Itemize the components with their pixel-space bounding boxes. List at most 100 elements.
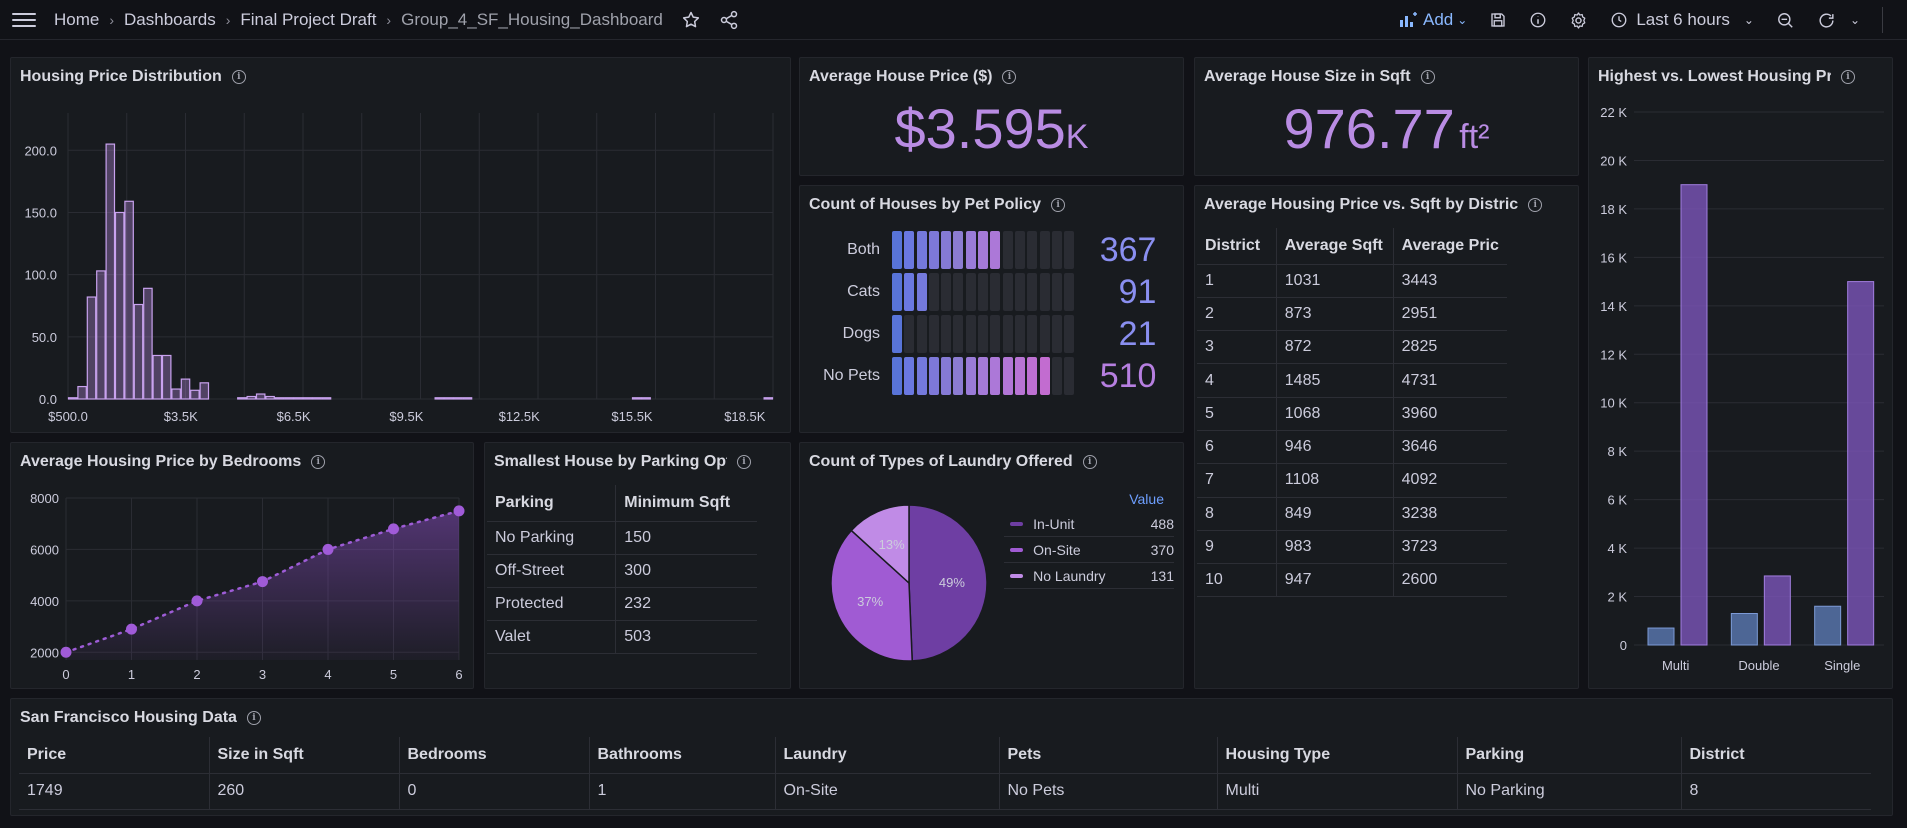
info-icon[interactable]: i bbox=[1528, 198, 1543, 212]
column-header[interactable]: Average Pric bbox=[1393, 228, 1507, 265]
info-icon[interactable] bbox=[1529, 11, 1547, 29]
gauge-row-both: Both 367 bbox=[800, 230, 1156, 270]
column-header[interactable]: Pets bbox=[999, 737, 1218, 774]
legend-value: 488 bbox=[1150, 515, 1174, 532]
table-cell: 1068 bbox=[1276, 397, 1394, 431]
panel-title-text: Average House Price ($) bbox=[809, 68, 993, 85]
table-cell: 4092 bbox=[1393, 463, 1507, 498]
info-icon[interactable]: i bbox=[246, 711, 261, 725]
panel-average-house-size: Average House Size in Sqft i 976.77 ft² bbox=[1194, 57, 1579, 176]
time-range-picker[interactable]: Last 6 hours ⌄ bbox=[1610, 10, 1754, 30]
legend-name: On-Site bbox=[1033, 541, 1081, 558]
legend-item[interactable]: In-Unit 488 bbox=[1004, 511, 1174, 537]
breadcrumb-folder[interactable]: Final Project Draft bbox=[240, 10, 376, 30]
x-tick-label: 6 bbox=[455, 667, 462, 682]
gauge-cell bbox=[1064, 315, 1075, 353]
column-header[interactable]: Bedrooms bbox=[399, 737, 590, 774]
gauge-cell-lit bbox=[916, 273, 927, 311]
gauge-cell bbox=[1039, 231, 1050, 269]
star-icon[interactable] bbox=[681, 10, 701, 30]
gauge-cell bbox=[1039, 315, 1050, 353]
y-tick-label: 10 K bbox=[1600, 396, 1627, 411]
info-icon[interactable]: i bbox=[1420, 70, 1435, 84]
panel-pet-policy: Count of Houses by Pet Policy i Both 367 Ca… bbox=[799, 185, 1184, 433]
column-header[interactable]: Size in Sqft bbox=[209, 737, 400, 774]
refresh-icon[interactable] bbox=[1817, 11, 1836, 30]
info-icon[interactable]: i bbox=[1051, 198, 1066, 212]
panel-title: Count of Types of Laundry Offered i bbox=[809, 453, 1097, 471]
stat-value: 976.77 ft² bbox=[1195, 96, 1578, 161]
menu-icon[interactable] bbox=[12, 10, 36, 30]
share-icon[interactable] bbox=[719, 10, 739, 30]
panel-title-text: Average Housing Price vs. Sqft by Distri… bbox=[1204, 196, 1519, 213]
info-icon[interactable]: i bbox=[737, 455, 751, 469]
info-icon[interactable]: i bbox=[1082, 455, 1097, 469]
gauge-cell-lit bbox=[928, 231, 939, 269]
legend-name: No Laundry bbox=[1033, 567, 1106, 584]
settings-gear-icon[interactable] bbox=[1569, 11, 1588, 30]
gauge-cell bbox=[928, 273, 939, 311]
table-cell: 2825 bbox=[1393, 330, 1507, 365]
series-bar bbox=[1730, 613, 1758, 646]
table-cell: 8 bbox=[1681, 773, 1871, 810]
table-cell: 1031 bbox=[1276, 264, 1394, 298]
gauge-cell-lit bbox=[941, 357, 952, 395]
refresh-interval-chevron-icon[interactable]: ⌄ bbox=[1850, 13, 1860, 27]
gauge-cell bbox=[1027, 231, 1038, 269]
gauge-cell bbox=[1002, 231, 1013, 269]
column-header[interactable]: Parking bbox=[1457, 737, 1682, 774]
y-tick-label: 0 bbox=[1620, 638, 1627, 653]
breadcrumb-dashboards[interactable]: Dashboards bbox=[124, 10, 216, 30]
save-icon[interactable] bbox=[1489, 11, 1507, 29]
chevron-down-icon: ⌄ bbox=[1457, 13, 1468, 27]
table-row: 5 1068 3960 bbox=[1197, 397, 1507, 431]
add-button[interactable]: Add ⌄ bbox=[1399, 10, 1467, 30]
data-point bbox=[191, 595, 203, 607]
data-table-viewport[interactable]: Price Size in Sqft Bedrooms Bathrooms Laundr… bbox=[11, 737, 1871, 815]
stat-unit: ft² bbox=[1459, 118, 1490, 156]
legend-item[interactable]: On-Site 370 bbox=[1004, 537, 1174, 563]
legend-item[interactable]: No Laundry 131 bbox=[1004, 563, 1174, 589]
gauge-cell bbox=[941, 315, 952, 353]
column-header[interactable]: Parking bbox=[487, 485, 617, 522]
x-tick-label: $9.5K bbox=[389, 409, 423, 424]
gauge-cells bbox=[892, 273, 1076, 311]
gauge-cell bbox=[1027, 315, 1038, 353]
column-header[interactable]: Bathrooms bbox=[589, 737, 776, 774]
zoom-out-icon[interactable] bbox=[1776, 11, 1795, 30]
table-row: 3 872 2825 bbox=[1197, 330, 1507, 365]
column-header[interactable]: Laundry bbox=[775, 737, 1000, 774]
column-header[interactable]: Price bbox=[19, 737, 210, 774]
table-row: 4 1485 4731 bbox=[1197, 363, 1507, 398]
column-header[interactable]: District bbox=[1197, 228, 1277, 265]
column-header[interactable]: Minimum Sqft bbox=[615, 485, 757, 522]
gauge-cell-lit bbox=[978, 231, 989, 269]
gauge-row-cats: Cats 91 bbox=[800, 272, 1156, 312]
divider bbox=[1882, 7, 1883, 33]
histogram-bar bbox=[312, 397, 322, 400]
column-header[interactable]: Housing Type bbox=[1217, 737, 1458, 774]
table-row: 8 849 3238 bbox=[1197, 497, 1507, 531]
breadcrumb-home[interactable]: Home bbox=[54, 10, 99, 30]
housing-data-table: Price Size in Sqft Bedrooms Bathrooms Laundr… bbox=[19, 737, 1871, 810]
x-tick-label: 2 bbox=[193, 667, 200, 682]
histogram-bar bbox=[641, 397, 651, 400]
y-tick-label: 8 K bbox=[1607, 444, 1627, 459]
gauge-label: No Pets bbox=[823, 367, 880, 384]
info-icon[interactable]: i bbox=[1002, 70, 1017, 84]
legend-header[interactable]: Value bbox=[1004, 491, 1174, 511]
gauge-cell-lit bbox=[916, 357, 927, 395]
panel-housing-price-distribution: Housing Price Distribution i 0.0 50.0 100.0… bbox=[10, 57, 791, 433]
column-header[interactable]: Average Sqft bbox=[1276, 228, 1394, 265]
table-cell: 3238 bbox=[1393, 497, 1507, 531]
histogram-bar bbox=[161, 354, 172, 400]
table-cell: 2600 bbox=[1393, 563, 1507, 598]
y-tick-label: 20 K bbox=[1600, 153, 1627, 168]
table-cell: Off-Street bbox=[487, 554, 617, 588]
gauge-row-no-pets: No Pets 510 bbox=[800, 356, 1156, 396]
histogram-bar bbox=[631, 397, 642, 400]
pie-slice-label: 37% bbox=[857, 594, 883, 609]
table-cell: 150 bbox=[615, 521, 757, 555]
column-header[interactable]: District bbox=[1681, 737, 1871, 774]
data-point bbox=[257, 576, 268, 588]
